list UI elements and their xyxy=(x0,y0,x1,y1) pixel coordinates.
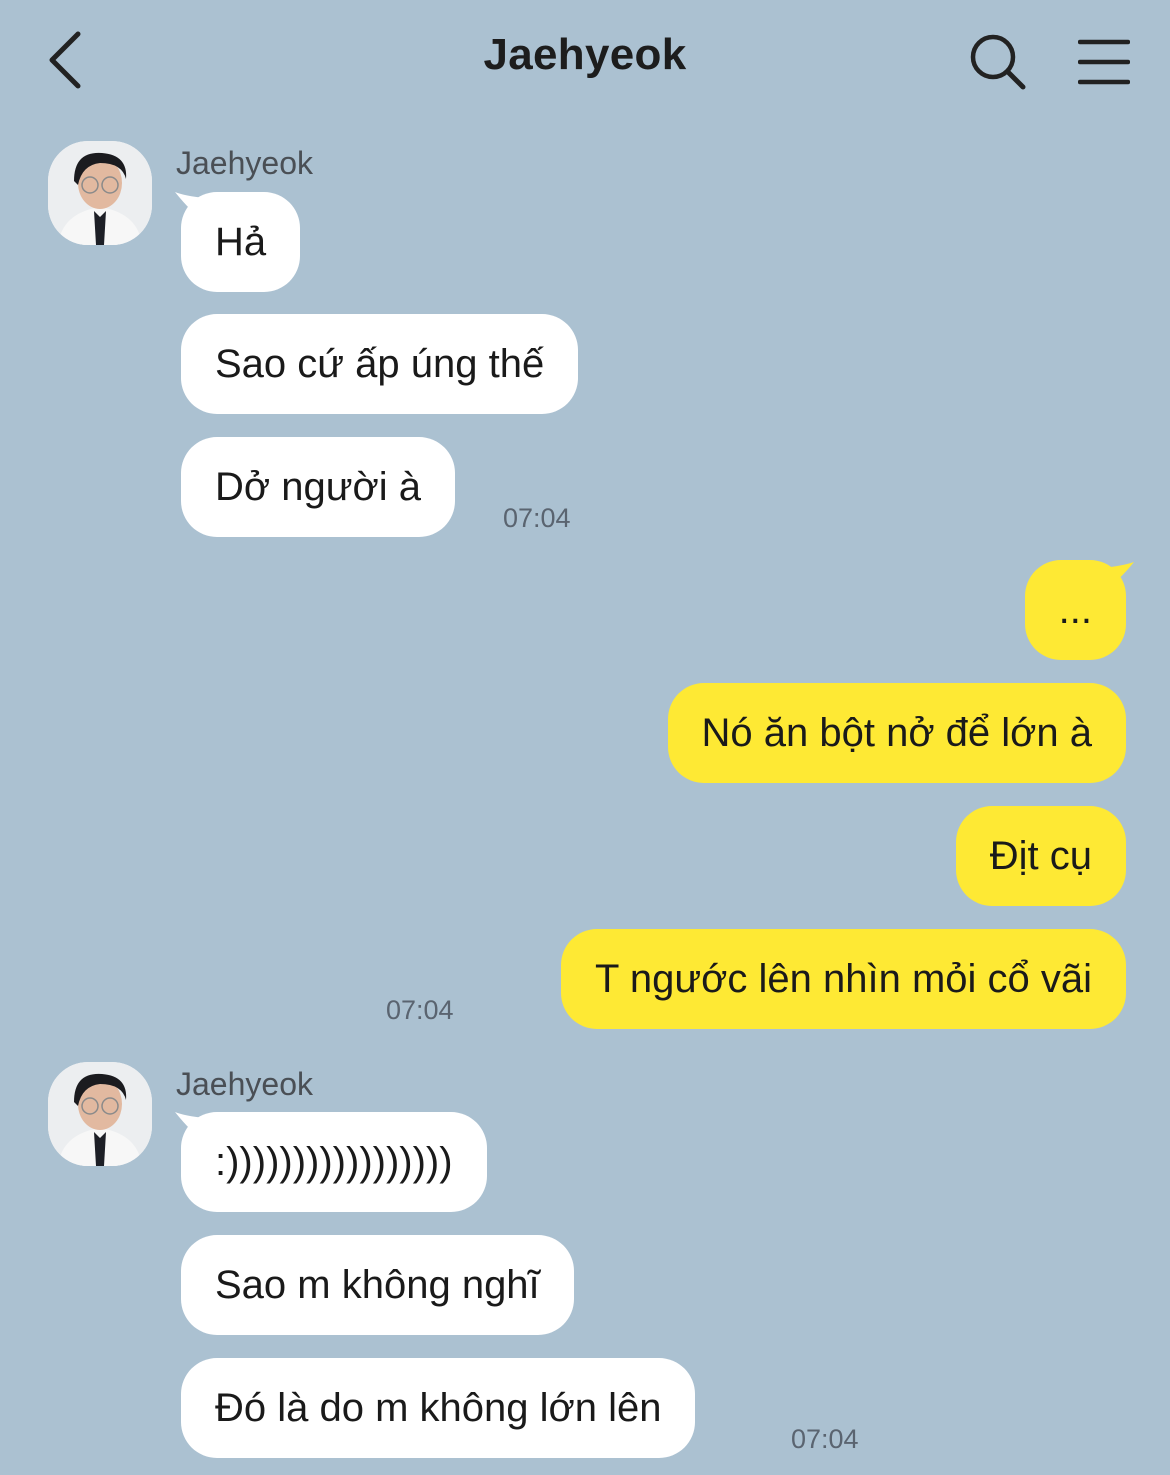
message-bubble[interactable]: Đó là do m không lớn lên xyxy=(181,1358,696,1458)
message-bubble[interactable]: Nó ăn bột nở để lớn à xyxy=(667,683,1126,783)
message-bubble[interactable]: Dở người à xyxy=(181,437,455,537)
message-time: 07:04 xyxy=(503,503,571,533)
message-bubble[interactable]: Địt cụ xyxy=(955,806,1126,906)
message-time: 07:04 xyxy=(791,1424,859,1454)
menu-icon[interactable] xyxy=(1077,38,1131,86)
sender-name: Jaehyeok xyxy=(176,145,313,181)
message-bubble[interactable]: Hả xyxy=(181,192,301,292)
search-icon[interactable] xyxy=(968,32,1028,92)
sender-name: Jaehyeok xyxy=(176,1066,313,1102)
message-bubble[interactable]: ... xyxy=(1024,560,1126,660)
message-bubble[interactable]: :))))))))))))))))) xyxy=(181,1112,487,1212)
message-bubble[interactable]: Sao m không nghĩ xyxy=(181,1235,574,1335)
avatar[interactable] xyxy=(48,1062,152,1166)
message-bubble[interactable]: T ngước lên nhìn mỏi cổ vãi xyxy=(561,929,1126,1029)
avatar[interactable] xyxy=(48,141,152,245)
message-time: 07:04 xyxy=(386,995,454,1025)
message-bubble[interactable]: Sao cứ ấp úng thế xyxy=(181,314,579,414)
